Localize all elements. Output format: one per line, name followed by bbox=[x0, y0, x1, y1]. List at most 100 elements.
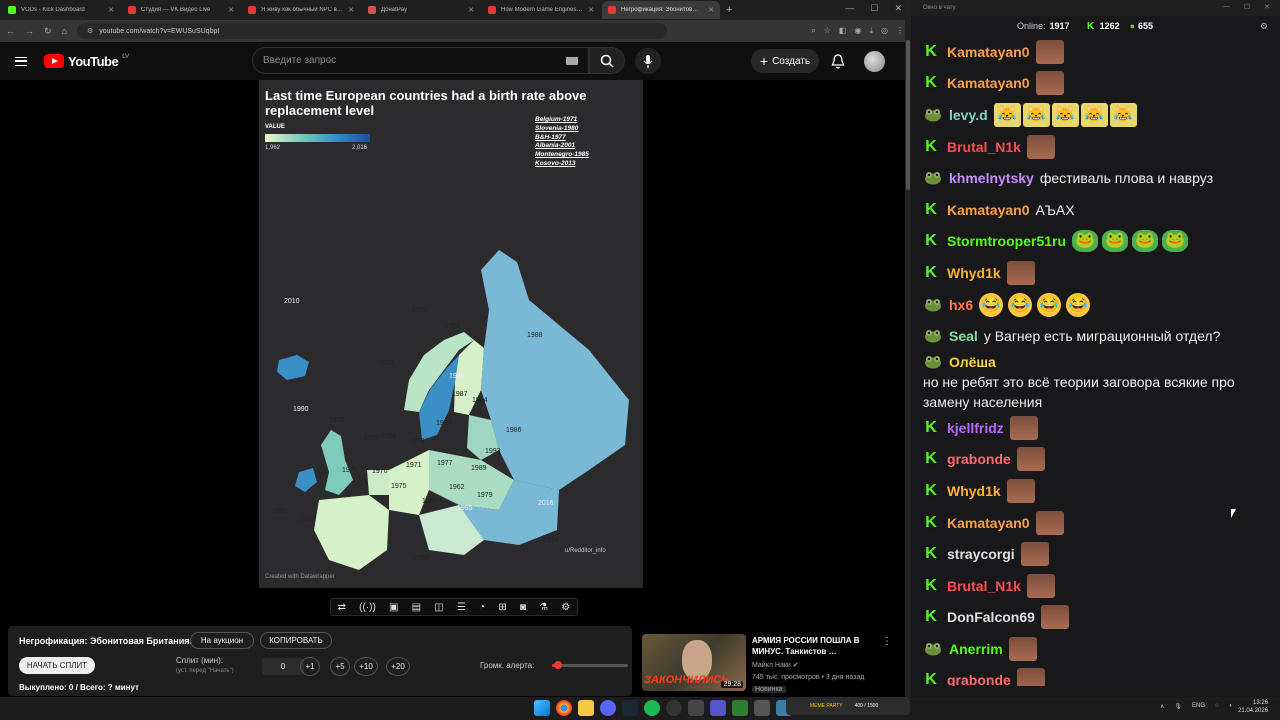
split-minutes-input[interactable]: 0 bbox=[262, 658, 304, 675]
speed-icon[interactable]: ◔ bbox=[479, 602, 485, 613]
cinema-icon[interactable]: ▣ bbox=[389, 602, 398, 613]
app-icon[interactable] bbox=[688, 700, 704, 716]
chat-message-list[interactable]: K Kamatayan0 K Kamatayan0 levy.d 😹 😹 😹 😹 😹 K Brutal… bbox=[911, 36, 1275, 686]
chrome-icon[interactable] bbox=[556, 700, 572, 716]
volume-icon[interactable]: ◖ bbox=[1229, 703, 1233, 710]
chat-username[interactable]: Brutal_N1k bbox=[947, 576, 1021, 596]
alert-volume-slider[interactable] bbox=[552, 661, 628, 669]
hamburger-menu-icon[interactable] bbox=[15, 56, 27, 66]
browser-tab[interactable]: ДонаtPay ✕ bbox=[362, 1, 480, 19]
obs-icon[interactable] bbox=[666, 700, 682, 716]
pip-icon[interactable]: ◫ bbox=[434, 602, 443, 613]
create-button[interactable]: + Создать bbox=[751, 49, 819, 73]
browser-tab[interactable]: VODs - Kick Dashboard ✕ bbox=[2, 1, 120, 19]
app-icon[interactable] bbox=[754, 700, 770, 716]
copy-button[interactable]: КОПИРОВАТЬ bbox=[260, 632, 332, 649]
zoom-icon[interactable]: ⌕ bbox=[811, 26, 815, 36]
chat-username[interactable]: Stormtrooper51ru bbox=[947, 231, 1066, 251]
chat-username[interactable]: grabonde bbox=[947, 670, 1011, 686]
mic-tray-icon[interactable]: 🎙 bbox=[1174, 703, 1182, 710]
add-icon[interactable]: ⊞ bbox=[498, 602, 506, 613]
spotify-icon[interactable] bbox=[644, 700, 660, 716]
start-windows-icon[interactable] bbox=[534, 700, 550, 716]
chat-username[interactable]: Олёша bbox=[949, 352, 996, 372]
minimize-icon[interactable]: — bbox=[845, 3, 854, 14]
flask-icon[interactable]: ⚗ bbox=[539, 602, 548, 613]
forward-icon[interactable]: → bbox=[25, 26, 34, 36]
recommended-video[interactable]: ЗАКОНЧИЛИСЬ 29:28 АРМИЯ РОССИИ ПОШЛА В М… bbox=[642, 634, 907, 696]
chat-username[interactable]: Kamatayan0 bbox=[947, 513, 1030, 533]
app-icon[interactable] bbox=[732, 700, 748, 716]
maximize-icon[interactable]: ☐ bbox=[1244, 3, 1250, 11]
channel-name[interactable]: Майкл Наки ✔ bbox=[752, 661, 799, 669]
tab-close-icon[interactable]: ✕ bbox=[228, 6, 234, 14]
close-icon[interactable]: ✕ bbox=[894, 3, 902, 14]
video-thumbnail[interactable]: ЗАКОНЧИЛИСЬ 29:28 bbox=[642, 634, 746, 691]
url-field[interactable]: ⚙ youtube.com/watch?v=EWUSuSUqbpI bbox=[76, 23, 667, 39]
chat-username[interactable]: kjellfridz bbox=[947, 418, 1004, 438]
chat-username[interactable]: grabonde bbox=[947, 449, 1011, 469]
list-icon[interactable]: ☰ bbox=[457, 602, 466, 613]
start-split-button[interactable]: НАЧАТЬ СПЛИТ bbox=[19, 657, 95, 674]
download-icon[interactable]: ⤓ bbox=[869, 26, 873, 36]
audio-icon[interactable]: ((·)) bbox=[359, 602, 376, 613]
search-input[interactable]: Введите запрос bbox=[252, 47, 589, 74]
camera-icon[interactable]: ◙ bbox=[520, 602, 526, 613]
auction-button[interactable]: На аукцион bbox=[190, 632, 254, 649]
chat-username[interactable]: Kamatayan0 bbox=[947, 200, 1030, 220]
settings-icon[interactable]: ⚙ bbox=[1260, 21, 1268, 32]
tray-arrow-icon[interactable]: ∧ bbox=[1160, 703, 1164, 710]
steam-icon[interactable] bbox=[622, 700, 638, 716]
browser-tab[interactable]: Я живу как обычный NPC в Kin… ✕ bbox=[242, 1, 360, 19]
chat-username[interactable]: Seal bbox=[949, 326, 978, 346]
language-indicator[interactable]: ENG bbox=[1192, 703, 1205, 710]
new-tab-icon[interactable]: + bbox=[726, 4, 732, 16]
chat-username[interactable]: Anerrim bbox=[949, 639, 1003, 659]
chat-username[interactable]: levy.d bbox=[949, 105, 988, 125]
chat-username[interactable]: Kamatayan0 bbox=[947, 73, 1030, 93]
search-button[interactable] bbox=[589, 47, 625, 74]
tab-close-icon[interactable]: ✕ bbox=[348, 6, 354, 14]
browser-tab[interactable]: Негрофикация: Эбонитов… ✕ bbox=[602, 1, 720, 19]
chat-username[interactable]: Brutal_N1k bbox=[947, 137, 1021, 157]
chat-username[interactable]: hx6 bbox=[949, 295, 973, 315]
film-icon[interactable]: ▤ bbox=[412, 602, 421, 613]
increment-button[interactable]: +20 bbox=[386, 657, 410, 676]
increment-button[interactable]: +1 bbox=[300, 657, 320, 676]
tab-close-icon[interactable]: ✕ bbox=[468, 6, 474, 14]
bookmark-icon[interactable]: ☆ bbox=[824, 26, 831, 36]
chat-username[interactable]: Kamatayan0 bbox=[947, 42, 1030, 62]
notifications-bell-icon[interactable] bbox=[831, 54, 845, 74]
extension-icon[interactable]: ◧ bbox=[839, 26, 847, 36]
profile-icon[interactable]: ◎ bbox=[881, 26, 888, 36]
app-icon[interactable] bbox=[710, 700, 726, 716]
explorer-icon[interactable] bbox=[578, 700, 594, 716]
network-icon[interactable]: ◌ bbox=[1215, 703, 1219, 710]
video-player[interactable]: Last time European countries had a birth… bbox=[0, 80, 905, 592]
chat-username[interactable]: DonFalcon69 bbox=[947, 607, 1035, 627]
tab-close-icon[interactable]: ✕ bbox=[108, 6, 114, 14]
keyboard-icon[interactable] bbox=[566, 56, 578, 65]
increment-button[interactable]: +10 bbox=[354, 657, 378, 676]
discord-icon[interactable] bbox=[600, 700, 616, 716]
clock[interactable]: 13:26 21.04.2026 bbox=[1238, 699, 1268, 715]
close-icon[interactable]: ✕ bbox=[1264, 3, 1270, 11]
chat-username[interactable]: khmelnytsky bbox=[949, 168, 1034, 188]
browser-tab[interactable]: How Modern Game Engines Dr… ✕ bbox=[482, 1, 600, 19]
loop-icon[interactable]: ⇄ bbox=[338, 602, 346, 613]
avatar[interactable] bbox=[864, 51, 885, 72]
more-actions-icon[interactable]: ⋮ bbox=[882, 636, 892, 647]
reload-icon[interactable]: ↻ bbox=[44, 26, 52, 37]
recommended-title[interactable]: АРМИЯ РОССИИ ПОШЛА В МИНУС. Танкистов … bbox=[752, 635, 882, 657]
increment-button[interactable]: +5 bbox=[330, 657, 350, 676]
tab-close-icon[interactable]: ✕ bbox=[708, 6, 714, 14]
site-info-icon[interactable]: ⚙ bbox=[87, 27, 93, 35]
chat-username[interactable]: Whyd1k bbox=[947, 481, 1001, 501]
tab-close-icon[interactable]: ✕ bbox=[588, 6, 594, 14]
youtube-logo[interactable]: YouTube LV bbox=[44, 54, 129, 69]
extension-icon[interactable]: ◉ bbox=[854, 26, 861, 36]
page-scrollbar[interactable] bbox=[906, 40, 910, 190]
voice-search-button[interactable] bbox=[635, 48, 661, 74]
chat-username[interactable]: Whyd1k bbox=[947, 263, 1001, 283]
menu-icon[interactable]: ⋮ bbox=[896, 26, 904, 36]
